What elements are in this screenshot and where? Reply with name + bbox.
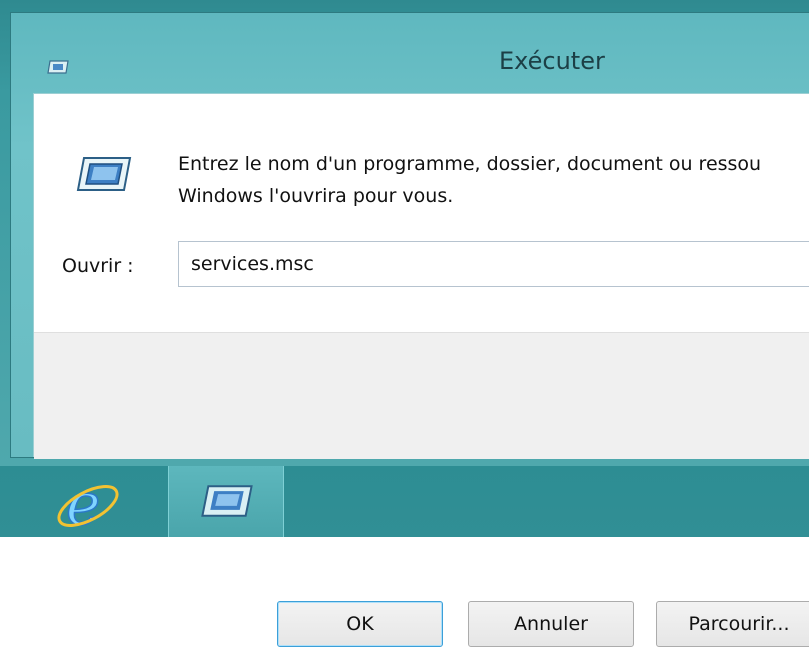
run-icon xyxy=(201,485,253,517)
window-title: Exécuter xyxy=(499,47,605,75)
taskbar-item-run[interactable] xyxy=(168,466,284,537)
title-bar[interactable]: Exécuter xyxy=(11,13,809,91)
dialog-body: Entrez le nom d'un programme, dossier, d… xyxy=(33,93,809,647)
description-line-1: Entrez le nom d'un programme, dossier, d… xyxy=(178,153,762,175)
taskbar-item-internet-explorer[interactable]: e xyxy=(0,466,168,537)
run-icon xyxy=(47,60,69,74)
open-input[interactable] xyxy=(178,241,809,287)
browse-button[interactable]: Parcourir... xyxy=(656,601,809,647)
internet-explorer-icon: e xyxy=(57,469,119,537)
run-dialog: Exécuter Entrez le nom d'un programme, d… xyxy=(10,12,809,647)
open-label: Ouvrir : xyxy=(62,255,134,277)
svg-text:e: e xyxy=(66,470,100,537)
description-line-2: Windows l'ouvrira pour vous. xyxy=(178,185,454,207)
button-bar: OK Annuler Parcourir... xyxy=(34,332,809,647)
cancel-button[interactable]: Annuler xyxy=(468,601,634,647)
ok-button[interactable]: OK xyxy=(277,601,443,647)
run-icon xyxy=(76,157,132,191)
description-text: Entrez le nom d'un programme, dossier, d… xyxy=(178,148,809,212)
taskbar: e xyxy=(0,466,809,537)
